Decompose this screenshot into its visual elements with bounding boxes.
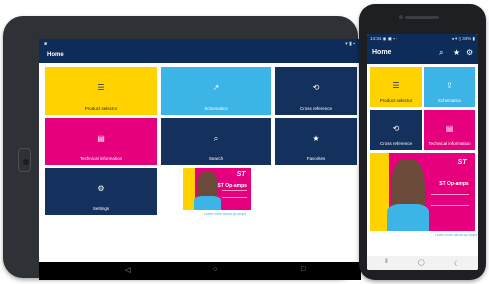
promo-headline: ST Op-amps <box>439 181 469 188</box>
app-bar: Home ⌕ ★ ⚙ <box>367 43 478 64</box>
tile-technical-information[interactable]: ▤ Technical information <box>424 110 475 150</box>
gear-icon[interactable]: ⚙ <box>466 48 473 57</box>
tile-label: Schematics <box>437 98 462 103</box>
navigation-bar: ⦀ ◯ 〈 <box>367 256 478 270</box>
tile-label: Product selector <box>379 98 413 103</box>
tile-settings[interactable]: ⚙ Settings <box>45 168 157 215</box>
tile-label: Favorites <box>306 156 326 161</box>
schematic-icon: ⇪ <box>446 80 453 90</box>
status-right: ▾ ▮ ▪ <box>345 41 355 47</box>
page-title: Home <box>372 49 392 56</box>
app-bar: Home <box>39 49 361 63</box>
promo-headline: ST Op-amps <box>217 183 247 190</box>
promo-text-lines <box>222 189 247 198</box>
list-check-icon: ☰ <box>392 80 400 90</box>
recents-icon[interactable]: ⦀ <box>385 259 388 266</box>
promo-text-lines <box>430 193 469 207</box>
phone-front-camera <box>399 15 403 19</box>
home-icon[interactable]: ○ <box>213 266 217 273</box>
document-icon: ▤ <box>445 123 454 133</box>
tile-label: Cross reference <box>299 106 332 111</box>
star-icon[interactable]: ★ <box>453 48 460 57</box>
phone-device: 14:34 ◉ ▣ ▪ · ◂ ▾ ▯ 34% ▮ Home ⌕ ★ ⚙ ☰ P… <box>359 4 486 280</box>
tile-label: Cross reference <box>379 141 412 146</box>
tablet-device: ■ ▾ ▮ ▪ Home ☰ Product selector ↗ Schema… <box>3 16 361 280</box>
status-left: ■ <box>44 41 48 47</box>
tile-search[interactable]: ⌕ Search <box>161 118 271 165</box>
promo-person-shirt <box>193 195 222 210</box>
tile-label: Technical information <box>79 156 123 161</box>
tile-label: Schematics <box>204 106 228 111</box>
tile-cross-reference[interactable]: ⟲ Cross reference <box>370 110 422 150</box>
cross-reference-icon: ⟲ <box>312 83 320 93</box>
tile-product-selector[interactable]: ☰ Product selector <box>45 67 157 115</box>
promo-banner[interactable]: ST ST Op-amps <box>370 153 475 231</box>
phone-speaker <box>405 16 439 19</box>
promo-caption-link[interactable]: Learn more about op-amps <box>204 212 246 216</box>
cross-reference-icon: ⟲ <box>392 123 400 133</box>
phone-screen: 14:34 ◉ ▣ ▪ · ◂ ▾ ▯ 34% ▮ Home ⌕ ★ ⚙ ☰ P… <box>367 34 478 270</box>
search-icon[interactable]: ⌕ <box>439 48 443 58</box>
status-left: 14:34 ◉ ▣ ▪ · <box>370 36 398 41</box>
navigation-bar: ◁ ○ □ <box>39 262 361 280</box>
tile-schematics[interactable]: ⇪ Schematics <box>424 67 475 107</box>
tile-label: Product selector <box>84 106 118 111</box>
back-icon[interactable]: 〈 <box>451 259 457 268</box>
tile-label: Settings <box>92 206 110 211</box>
home-icon[interactable]: ◯ <box>418 259 425 266</box>
tile-technical-information[interactable]: ▤ Technical information <box>45 118 157 165</box>
promo-banner[interactable]: ST ST Op-amps <box>183 168 251 210</box>
tile-label: Search <box>208 156 224 161</box>
document-icon: ▤ <box>97 133 105 143</box>
tile-product-selector[interactable]: ☰ Product selector <box>370 67 422 107</box>
back-icon[interactable]: ◁ <box>125 266 130 274</box>
status-bar: ■ ▾ ▮ ▪ <box>39 39 361 49</box>
tile-schematics[interactable]: ↗ Schematics <box>161 67 271 115</box>
tablet-screen: ■ ▾ ▮ ▪ Home ☰ Product selector ↗ Schema… <box>39 39 361 280</box>
search-icon: ⌕ <box>213 133 219 143</box>
schematic-icon: ↗ <box>212 83 220 93</box>
status-bar: 14:34 ◉ ▣ ▪ · ◂ ▾ ▯ 34% ▮ <box>367 34 478 43</box>
st-logo: ST <box>236 171 246 179</box>
promo-person-shirt <box>386 204 429 231</box>
list-check-icon: ☰ <box>97 83 105 93</box>
tile-label: Technical information <box>428 141 471 146</box>
gear-icon: ⚙ <box>97 183 105 193</box>
status-right: ◂ ▾ ▯ 34% ▮ <box>451 36 475 41</box>
tablet-camera <box>23 159 29 165</box>
tile-cross-reference[interactable]: ⟲ Cross reference <box>275 67 357 115</box>
tile-favorites[interactable]: ★ Favorites <box>275 118 357 165</box>
st-logo: ST <box>457 159 467 167</box>
page-title: Home <box>47 52 64 58</box>
promo-caption-link[interactable]: Learn more about op-amps <box>435 233 477 237</box>
star-icon: ★ <box>312 133 320 143</box>
recents-icon[interactable]: □ <box>301 266 305 273</box>
